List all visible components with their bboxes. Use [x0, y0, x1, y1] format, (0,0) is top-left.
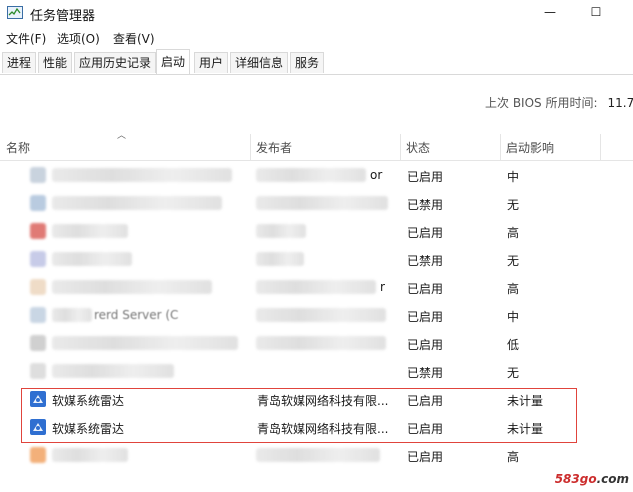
redacted-name — [52, 196, 222, 210]
redacted-publisher — [256, 336, 386, 350]
publisher-cell: or — [370, 168, 383, 182]
table-row[interactable]: 已启用 高 — [0, 217, 633, 245]
redacted-name — [52, 224, 128, 238]
menu-bar: 文件(F) 选项(O) 查看(V) — [0, 26, 633, 48]
redacted-name — [52, 168, 232, 182]
table-row[interactable]: 已启用 低 — [0, 329, 633, 357]
table-row[interactable]: 已禁用 无 — [0, 245, 633, 273]
impact-cell: 无 — [507, 254, 520, 268]
tab-services[interactable]: 服务 — [290, 52, 325, 73]
status-cell: 已启用 — [407, 170, 444, 184]
column-divider[interactable] — [600, 134, 601, 160]
table-row[interactable]: 已禁用 无 — [0, 189, 633, 217]
bios-label: 上次 BIOS 所用时间: — [485, 96, 598, 110]
menu-file[interactable]: 文件(F) — [6, 30, 46, 47]
redacted-name — [52, 280, 212, 294]
column-publisher[interactable]: 发布者 — [250, 134, 400, 160]
redacted-publisher — [256, 308, 386, 322]
redacted-publisher — [256, 280, 376, 294]
status-cell: 已启用 — [407, 310, 444, 324]
watermark-tld: .com — [596, 472, 629, 486]
impact-cell: 高 — [507, 226, 520, 240]
window-title: 任务管理器 — [30, 9, 96, 24]
column-status[interactable]: 状态 — [400, 134, 500, 160]
impact-cell: 中 — [507, 170, 520, 184]
column-header: 名称 发布者 状态 启动影响 — [0, 134, 633, 161]
redacted-name — [52, 308, 92, 322]
redacted-name — [52, 364, 174, 378]
status-cell: 已启用 — [407, 450, 444, 464]
table-row[interactable]: 已禁用 无 — [0, 357, 633, 385]
redacted-publisher — [256, 196, 388, 210]
redacted-name — [52, 448, 128, 462]
app-icon — [30, 251, 46, 267]
tab-startup[interactable]: 启动 — [156, 49, 191, 74]
redacted-publisher — [256, 224, 306, 238]
tab-performance[interactable]: 性能 — [38, 52, 73, 73]
table-row[interactable]: rerd Server (C 已启用 中 — [0, 301, 633, 329]
tab-bar: 进程 性能 应用历史记录 启动 用户 详细信息 服务 — [0, 48, 633, 75]
redacted-publisher — [256, 252, 304, 266]
maximize-button[interactable]: ☐ — [573, 1, 619, 25]
impact-cell: 无 — [507, 198, 520, 212]
status-cell: 已启用 — [407, 226, 444, 240]
status-cell: 已启用 — [407, 338, 444, 352]
impact-cell: 无 — [507, 366, 520, 380]
status-cell: 已禁用 — [407, 366, 444, 380]
table-row[interactable]: r 已启用 高 — [0, 273, 633, 301]
task-manager-icon — [7, 6, 23, 19]
status-cell: 已禁用 — [407, 254, 444, 268]
impact-cell: 高 — [507, 282, 520, 296]
redacted-name — [52, 252, 132, 266]
impact-cell: 中 — [507, 310, 520, 324]
name-cell: rerd Server (C — [94, 308, 179, 322]
watermark-brand: 583go — [554, 472, 597, 486]
redacted-publisher — [256, 448, 380, 462]
app-icon — [30, 167, 46, 183]
site-watermark: 583go.com — [555, 472, 629, 486]
redacted-name — [52, 336, 238, 350]
tab-details[interactable]: 详细信息 — [230, 52, 289, 73]
bios-value: 11.7 — [607, 96, 633, 110]
table-row[interactable]: 已启用 高 — [0, 441, 633, 469]
impact-cell: 低 — [507, 338, 520, 352]
app-icon — [30, 223, 46, 239]
menu-view[interactable]: 查看(V) — [113, 30, 155, 47]
tab-users[interactable]: 用户 — [194, 52, 229, 73]
column-name[interactable]: 名称 — [0, 134, 250, 160]
status-cell: 已禁用 — [407, 198, 444, 212]
table-row[interactable]: or 已启用 中 — [0, 161, 633, 189]
tab-processes[interactable]: 进程 — [2, 52, 37, 73]
publisher-cell: r — [380, 280, 385, 294]
bios-time: 上次 BIOS 所用时间: 11.7 — [485, 94, 633, 111]
tab-app-history[interactable]: 应用历史记录 — [74, 52, 157, 73]
app-icon — [30, 195, 46, 211]
menu-options[interactable]: 选项(O) — [57, 30, 100, 47]
app-icon — [30, 279, 46, 295]
title-bar: 任务管理器 — ☐ — [0, 0, 633, 26]
status-cell: 已启用 — [407, 282, 444, 296]
impact-cell: 高 — [507, 450, 520, 464]
column-impact[interactable]: 启动影响 — [500, 134, 600, 160]
app-icon — [30, 363, 46, 379]
app-icon — [30, 307, 46, 323]
app-icon — [30, 447, 46, 463]
app-icon — [30, 335, 46, 351]
highlight-box — [21, 388, 577, 443]
redacted-publisher — [256, 168, 366, 182]
minimize-button[interactable]: — — [527, 1, 573, 25]
